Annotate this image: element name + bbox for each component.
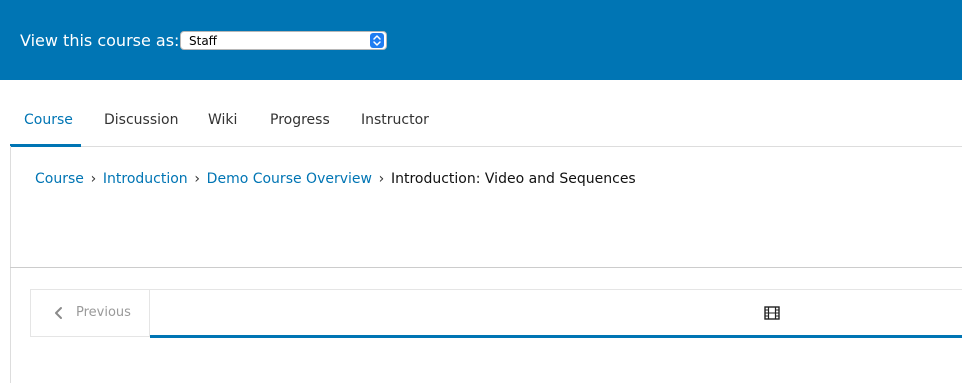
tab-instructor[interactable]: Instructor [361,111,429,129]
breadcrumb-overview-link[interactable]: Demo Course Overview [207,171,372,187]
active-tab-indicator [10,144,81,147]
chevron-left-icon [55,307,62,319]
content-left-border [10,146,11,383]
tab-discussion[interactable]: Discussion [104,111,178,129]
tab-course[interactable]: Course [24,111,73,129]
film-icon[interactable] [764,306,780,320]
breadcrumb-separator: › [378,171,385,187]
tabs-divider [10,146,962,147]
sequence-unit-tab[interactable] [150,289,962,335]
course-page: View this course as: Staff Course Discus… [0,0,962,383]
active-unit-indicator [150,335,962,338]
breadcrumb-introduction-link[interactable]: Introduction [103,171,188,187]
previous-button[interactable]: Previous [30,289,150,337]
breadcrumb-current: Introduction: Video and Sequences [390,171,636,187]
breadcrumb: Course › Introduction › Demo Course Overview… [35,170,636,188]
previous-label: Previous [76,305,131,320]
section-divider [10,267,962,268]
view-as-select[interactable]: Staff [180,31,387,50]
breadcrumb-separator: › [194,171,200,187]
view-as-label: View this course as: [20,31,180,50]
course-tabs: Course Discussion Wiki Progress Instruct… [0,80,962,147]
staff-preview-bar: View this course as: Staff [0,0,962,80]
breadcrumb-course-link[interactable]: Course [35,171,84,187]
select-arrows-icon [370,33,384,48]
breadcrumb-separator: › [90,171,97,187]
view-as-select-value: Staff [189,34,217,48]
tab-wiki[interactable]: Wiki [208,111,237,129]
tab-progress[interactable]: Progress [270,111,330,129]
